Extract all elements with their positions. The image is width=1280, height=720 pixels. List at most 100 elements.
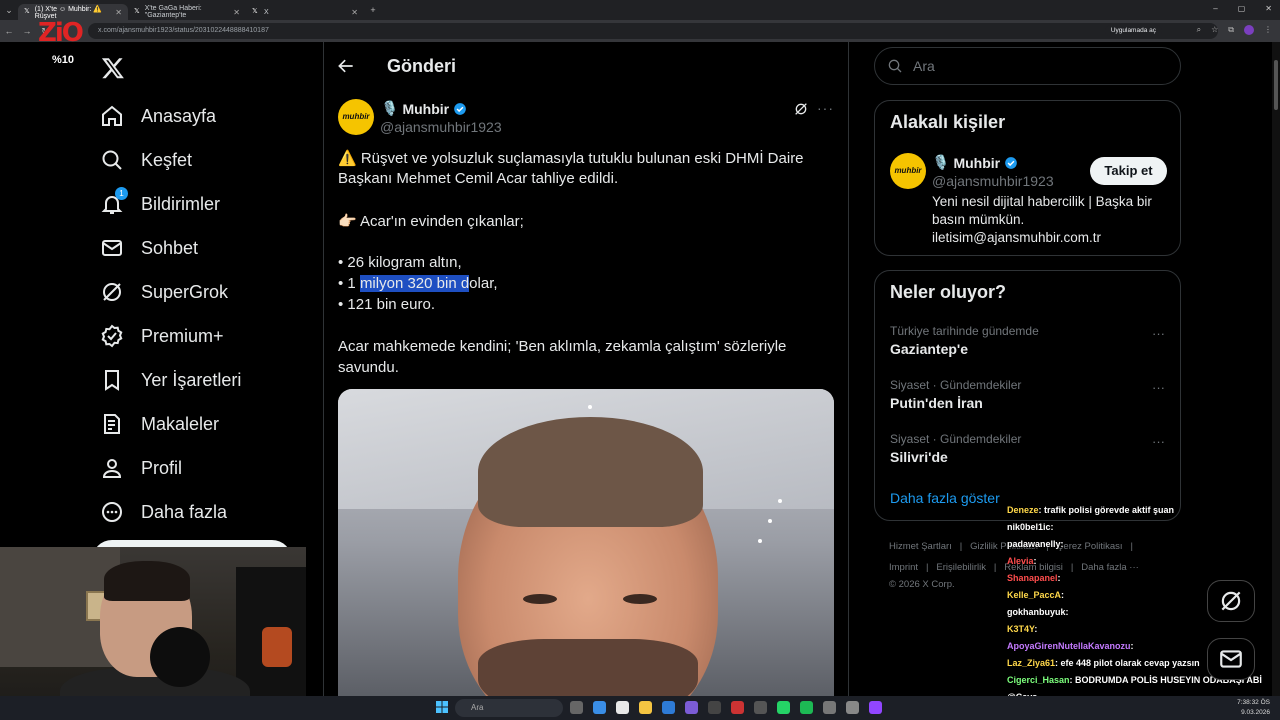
chat-username[interactable]: K3T4Y: [1007, 624, 1034, 634]
avatar[interactable]: muhbir: [338, 99, 374, 135]
app-icon[interactable]: [754, 701, 767, 714]
trend-name[interactable]: Silivri'de: [890, 449, 948, 465]
nav-item-bookmarks[interactable]: Yer İşaretleri: [100, 365, 241, 395]
show-more-link[interactable]: Daha fazla göster: [890, 490, 1000, 506]
nav-item-supergrok[interactable]: SuperGrok: [100, 277, 228, 307]
avatar[interactable]: muhbir: [890, 153, 926, 189]
browser-tab-bar: ⌄ 𝕏 (1) X'te ☺ Muhbir: ⚠️ Rüşvet ✕ 𝕏 X't…: [0, 0, 1280, 20]
relevant-people-card: Alakalı kişiler muhbir 🎙️ Muhbir @ajansm…: [874, 100, 1181, 256]
chrome-icon[interactable]: [616, 701, 629, 714]
discord-icon[interactable]: [685, 701, 698, 714]
grok-fab-button[interactable]: [1207, 580, 1255, 622]
maximize-icon[interactable]: ▢: [1238, 4, 1246, 13]
window-close-icon[interactable]: ✕: [1265, 4, 1272, 13]
page-title: Gönderi: [387, 56, 457, 76]
chat-username[interactable]: Shanapanel: [1007, 573, 1058, 583]
author-handle[interactable]: @ajansmuhbir1923: [380, 119, 502, 135]
tab-close-icon[interactable]: ✕: [351, 8, 358, 17]
browser-tab-2[interactable]: 𝕏 X'te GaGa Haberi: "Gaziantep'te ✕: [128, 4, 246, 20]
relevant-user-handle[interactable]: @ajansmuhbir1923: [932, 173, 1054, 189]
scrollbar-thumb[interactable]: [1274, 60, 1278, 110]
system-tray[interactable]: 7:38:32 ÖS 9.03.2026: [1237, 698, 1270, 718]
trend-more-icon[interactable]: ···: [1152, 380, 1165, 395]
user-bio-link[interactable]: iletisim@ajansmuhbir.com.tr: [932, 230, 1101, 245]
app-icon[interactable]: [823, 701, 836, 714]
footer-link[interactable]: Erişilebilirlik: [936, 562, 986, 573]
grok-icon[interactable]: [793, 101, 809, 117]
tab-close-icon[interactable]: ✕: [115, 8, 122, 17]
chat-username[interactable]: Laz_Ziya61: [1007, 658, 1055, 668]
nav-label: Bildirimler: [141, 193, 221, 214]
chat-message: K3T4Y:: [1007, 621, 1280, 638]
profile-avatar-icon[interactable]: [1244, 25, 1254, 35]
back-arrow-icon[interactable]: [336, 56, 356, 76]
windows-start-icon[interactable]: [436, 701, 448, 713]
app-icon[interactable]: [846, 701, 859, 714]
browser-tab-3[interactable]: 𝕏 X ✕: [246, 4, 364, 20]
chat-username[interactable]: gokhanbuyuk: [1007, 607, 1066, 617]
extensions-icon[interactable]: ⧉: [1228, 25, 1234, 35]
app-icon[interactable]: [708, 701, 721, 714]
nav-item-messages[interactable]: Sohbet: [100, 233, 198, 263]
nav-item-explore[interactable]: Keşfet: [100, 145, 192, 175]
nav-item-more[interactable]: Daha fazla: [100, 497, 227, 527]
author-name[interactable]: 🎙️ Muhbir: [381, 100, 467, 117]
footer-link[interactable]: Imprint: [889, 562, 918, 573]
trend-more-icon[interactable]: ···: [1152, 326, 1165, 341]
home-icon: [100, 104, 124, 128]
x-logo-icon[interactable]: [100, 56, 126, 80]
url-field[interactable]: x.com/ajansmuhbir1923/status/20310224488…: [88, 23, 1218, 39]
minimize-icon[interactable]: –: [1213, 4, 1217, 13]
nav-label: Profil: [141, 457, 183, 478]
chat-username[interactable]: Kelle_PaccA: [1007, 590, 1061, 600]
zoom-icon[interactable]: ⌕: [1197, 25, 1201, 35]
nav-item-premium[interactable]: Premium+: [100, 321, 224, 351]
relevant-user-name[interactable]: 🎙️ Muhbir: [932, 154, 1018, 171]
trend-name[interactable]: Gaziantep'e: [890, 341, 968, 357]
new-tab-icon[interactable]: +: [364, 5, 382, 15]
trend-more-icon[interactable]: ···: [1152, 434, 1165, 449]
nav-item-articles[interactable]: Makaleler: [100, 409, 219, 439]
trend-name[interactable]: Putin'den İran: [890, 395, 983, 411]
star-icon[interactable]: ☆: [1211, 25, 1218, 35]
chat-message: Deneze: trafik polisi görevde aktif şuan: [1007, 502, 1280, 519]
search-input[interactable]: Ara: [874, 47, 1181, 85]
chat-username[interactable]: padawanelly: [1007, 539, 1061, 549]
page-scrollbar[interactable]: [1272, 42, 1280, 696]
follow-button[interactable]: Takip et: [1090, 157, 1167, 185]
taskbar-search-input[interactable]: Ara: [455, 699, 563, 717]
tab-close-icon[interactable]: ✕: [233, 8, 240, 17]
messages-fab-button[interactable]: [1207, 638, 1255, 680]
verified-icon: [454, 102, 466, 115]
x-favicon-icon: 𝕏: [134, 8, 140, 15]
taskbar-app-icons: [570, 701, 882, 714]
open-in-app-button[interactable]: Uygulamada aç: [1104, 25, 1162, 37]
tweet-photo[interactable]: [338, 389, 834, 696]
spotify-icon[interactable]: [800, 701, 813, 714]
edge-icon[interactable]: [662, 701, 675, 714]
footer-link[interactable]: Hizmet Şartları: [889, 541, 952, 552]
file-explorer-icon[interactable]: [639, 701, 652, 714]
chat-username[interactable]: Deneze: [1007, 505, 1039, 515]
task-view-icon[interactable]: [570, 701, 583, 714]
twitch-icon[interactable]: [869, 701, 882, 714]
back-nav-icon[interactable]: ←: [0, 26, 18, 36]
chat-username[interactable]: nik0bel1ic: [1007, 522, 1051, 532]
nav-item-home[interactable]: Anasayfa: [100, 101, 216, 131]
tweet-text-line: • 1 milyon 320 bin dolar,: [338, 275, 498, 292]
widgets-icon[interactable]: [593, 701, 606, 714]
nav-item-profile[interactable]: Profil: [100, 453, 182, 483]
browser-menu-icon[interactable]: ⋮: [1264, 25, 1272, 35]
app-icon[interactable]: [731, 701, 744, 714]
more-options-icon[interactable]: ···: [817, 100, 834, 116]
forward-nav-icon[interactable]: →: [18, 26, 36, 36]
chat-username[interactable]: Cigerci_Hasan: [1007, 675, 1070, 685]
whatsapp-icon[interactable]: [777, 701, 790, 714]
chat-username[interactable]: Alevia: [1007, 556, 1034, 566]
nav-label: Makaleler: [141, 413, 220, 434]
chat-username[interactable]: ApoyaGirenNutellaKavanozu: [1007, 641, 1131, 651]
column-divider: [323, 42, 324, 696]
text-selection-highlight: milyon 320 bin d: [359, 275, 470, 292]
tab-menu-icon[interactable]: ⌄: [0, 5, 18, 16]
nav-item-notifications[interactable]: 1 Bildirimler: [100, 187, 221, 219]
